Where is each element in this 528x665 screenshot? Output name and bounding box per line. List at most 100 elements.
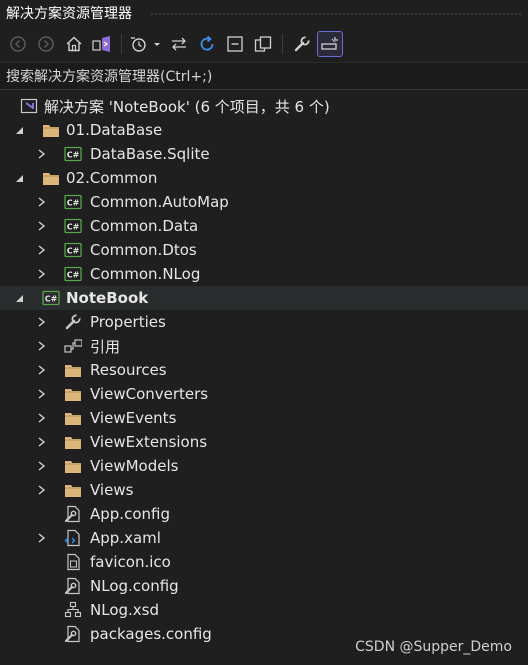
history-icon[interactable] (129, 32, 163, 56)
refresh-icon[interactable] (195, 32, 219, 56)
collapsed-arrow-icon[interactable] (34, 147, 48, 161)
expanded-arrow-icon[interactable] (12, 171, 26, 185)
folder-icon (64, 481, 82, 499)
collapsed-arrow-icon[interactable] (34, 339, 48, 353)
show-all-files-icon[interactable] (251, 32, 275, 56)
collapsed-arrow-icon[interactable] (34, 243, 48, 257)
tree-label: 引用 (90, 337, 121, 356)
tree-label: App.config (90, 505, 170, 523)
collapsed-arrow-icon[interactable] (34, 387, 48, 401)
tree-label: Properties (90, 313, 166, 331)
tree-folder[interactable]: ViewExtensions (0, 430, 528, 454)
back-icon[interactable] (6, 32, 30, 56)
watermark: CSDN @Supper_Demo (355, 639, 512, 655)
forward-icon[interactable] (34, 32, 58, 56)
solution-icon (20, 97, 38, 115)
ico-file-icon (64, 553, 82, 571)
vs-switch-icon[interactable] (90, 32, 114, 56)
xsd-file-icon (64, 601, 82, 619)
svg-text:C#: C# (45, 295, 58, 304)
config-file-icon (64, 625, 82, 643)
tree-project[interactable]: C# Common.Data (0, 214, 528, 238)
tree-label: App.xaml (90, 529, 161, 547)
config-file-icon (64, 577, 82, 595)
collapsed-arrow-icon[interactable] (34, 531, 48, 545)
tree-file[interactable]: NLog.xsd (0, 598, 528, 622)
tree-project[interactable]: C# Common.AutoMap (0, 190, 528, 214)
collapsed-arrow-icon[interactable] (34, 459, 48, 473)
tree-node[interactable]: 引用 (0, 334, 528, 358)
folder-icon (64, 409, 82, 427)
csharp-project-icon: C# (42, 289, 60, 307)
search-input[interactable]: 搜索解决方案资源管理器(Ctrl+;) (0, 63, 528, 90)
tree-label: Common.Dtos (90, 241, 197, 259)
solution-node[interactable]: 解决方案 'NoteBook' (6 个项目，共 6 个) (0, 94, 528, 118)
folder-icon (64, 361, 82, 379)
tree-label: Common.NLog (90, 265, 201, 283)
collapsed-arrow-icon[interactable] (34, 315, 48, 329)
tree-file[interactable]: App.xaml (0, 526, 528, 550)
toolbar (0, 26, 528, 63)
tree-project[interactable]: C# Common.NLog (0, 262, 528, 286)
search-placeholder: 搜索解决方案资源管理器(Ctrl+;) (6, 69, 213, 85)
tree-label: favicon.ico (90, 553, 171, 571)
tree-file[interactable]: App.config (0, 502, 528, 526)
collapsed-arrow-icon[interactable] (34, 363, 48, 377)
tree-label: packages.config (90, 625, 212, 643)
tree-folder[interactable]: Resources (0, 358, 528, 382)
tree-file[interactable]: favicon.ico (0, 550, 528, 574)
tree-folder[interactable]: ViewConverters (0, 382, 528, 406)
folder-icon (64, 457, 82, 475)
properties-wrench-icon[interactable] (290, 32, 314, 56)
svg-text:C#: C# (67, 199, 80, 208)
collapsed-arrow-icon[interactable] (34, 195, 48, 209)
csharp-project-icon: C# (64, 193, 82, 211)
tree-project[interactable]: C# DataBase.Sqlite (0, 142, 528, 166)
tree-label: ViewEvents (90, 409, 177, 427)
tree-label: NoteBook (66, 289, 149, 307)
tree-label: Resources (90, 361, 167, 379)
tree-label: ViewExtensions (90, 433, 208, 451)
title-bar: 解决方案资源管理器 (0, 0, 528, 26)
collapsed-arrow-icon[interactable] (34, 435, 48, 449)
collapsed-arrow-icon[interactable] (34, 411, 48, 425)
xaml-file-icon (64, 529, 82, 547)
svg-text:C#: C# (67, 151, 80, 160)
tree-folder[interactable]: Views (0, 478, 528, 502)
tree-file[interactable]: NLog.config (0, 574, 528, 598)
solution-tree: 解决方案 'NoteBook' (6 个项目，共 6 个) 01.DataBas… (0, 90, 528, 646)
tree-project[interactable]: C# Common.Dtos (0, 238, 528, 262)
tree-label: NLog.config (90, 577, 179, 595)
tree-folder[interactable]: 02.Common (0, 166, 528, 190)
toolbar-separator (121, 34, 122, 54)
title-grip (150, 12, 522, 15)
tree-project-selected[interactable]: C# NoteBook (0, 286, 528, 310)
svg-text:C#: C# (67, 223, 80, 232)
solution-label: 解决方案 'NoteBook' (6 个项目，共 6 个) (44, 97, 330, 116)
tree-folder[interactable]: ViewEvents (0, 406, 528, 430)
csharp-project-icon: C# (64, 217, 82, 235)
tree-node[interactable]: Properties (0, 310, 528, 334)
tree-label: 01.DataBase (66, 121, 163, 139)
tree-label: DataBase.Sqlite (90, 145, 210, 163)
preview-icon[interactable] (317, 31, 343, 57)
collapsed-arrow-icon[interactable] (34, 219, 48, 233)
folder-icon (64, 385, 82, 403)
folder-icon (42, 169, 60, 187)
folder-icon (42, 121, 60, 139)
tree-folder[interactable]: ViewModels (0, 454, 528, 478)
svg-text:C#: C# (67, 271, 80, 280)
expanded-arrow-icon[interactable] (12, 123, 26, 137)
home-icon[interactable] (62, 32, 86, 56)
csharp-project-icon: C# (64, 145, 82, 163)
csharp-project-icon: C# (64, 265, 82, 283)
expanded-arrow-icon[interactable] (12, 291, 26, 305)
folder-icon (64, 433, 82, 451)
tree-label: ViewConverters (90, 385, 209, 403)
tree-folder[interactable]: 01.DataBase (0, 118, 528, 142)
collapse-all-icon[interactable] (223, 32, 247, 56)
collapsed-arrow-icon[interactable] (34, 267, 48, 281)
sync-icon[interactable] (167, 32, 191, 56)
collapsed-arrow-icon[interactable] (34, 483, 48, 497)
window-title: 解决方案资源管理器 (6, 6, 132, 22)
